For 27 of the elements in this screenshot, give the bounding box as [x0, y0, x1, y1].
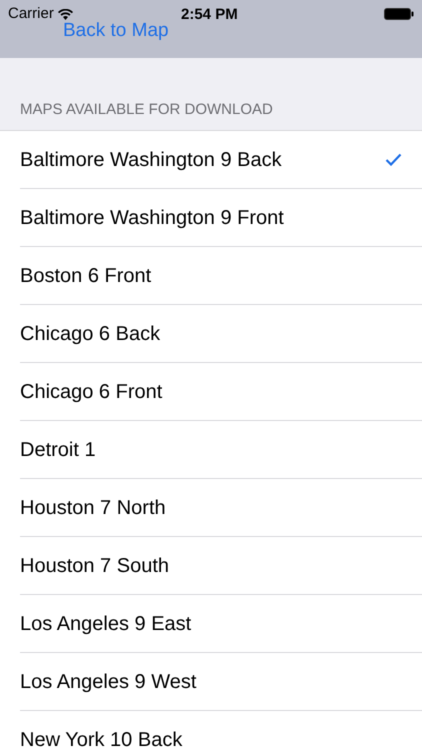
carrier-label: Carrier — [8, 4, 54, 24]
map-name: Los Angeles 9 West — [20, 670, 196, 694]
map-name: Los Angeles 9 East — [20, 612, 192, 636]
map-list-item[interactable]: Los Angeles 9 East — [0, 595, 422, 653]
wifi-icon — [58, 8, 73, 20]
map-list-item[interactable]: New York 10 Back — [0, 711, 422, 750]
map-list-item[interactable]: Chicago 6 Back — [0, 305, 422, 363]
map-name: Baltimore Washington 9 Front — [20, 206, 284, 230]
map-list-item[interactable]: Baltimore Washington 9 Back — [0, 131, 422, 189]
map-name: Boston 6 Front — [20, 264, 152, 288]
map-name: Chicago 6 Back — [20, 322, 160, 346]
battery-icon — [384, 8, 414, 20]
map-name: Houston 7 South — [20, 554, 169, 578]
map-name: Chicago 6 Front — [20, 380, 162, 404]
section-header: MAPS AVAILABLE FOR DOWNLOAD — [20, 100, 273, 120]
map-name: New York 10 Back — [20, 728, 182, 750]
map-list-item[interactable]: Detroit 1 — [0, 421, 422, 479]
map-name: Baltimore Washington 9 Back — [20, 148, 282, 172]
map-list-item[interactable]: Los Angeles 9 West — [0, 653, 422, 711]
map-list-item[interactable]: Chicago 6 Front — [0, 363, 422, 421]
map-name: Detroit 1 — [20, 438, 96, 462]
map-name: Houston 7 North — [20, 496, 166, 520]
map-list-item[interactable]: Houston 7 South — [0, 537, 422, 595]
map-list-item[interactable]: Boston 6 Front — [0, 247, 422, 305]
clock-time: 2:54 PM — [181, 5, 238, 25]
map-list-item[interactable]: Baltimore Washington 9 Front — [0, 189, 422, 247]
map-list-item[interactable]: Houston 7 North — [0, 479, 422, 537]
